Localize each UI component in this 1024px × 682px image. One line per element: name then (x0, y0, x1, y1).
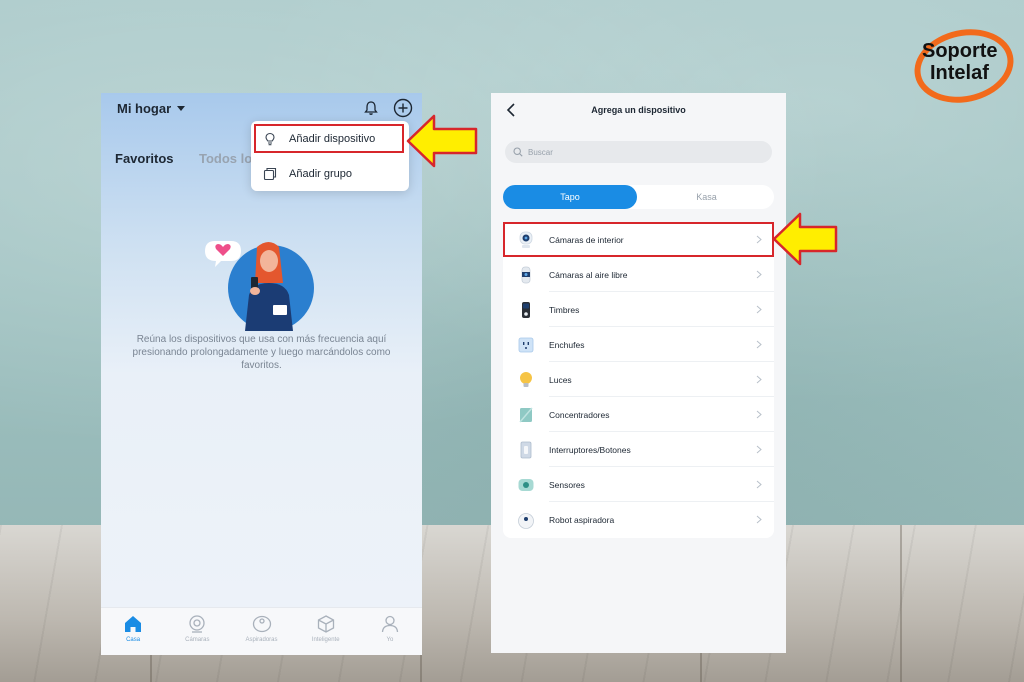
chevron-right-icon (756, 515, 762, 524)
category-label: Sensores (549, 479, 585, 490)
nav-label: Casa (126, 637, 141, 643)
favorites-illustration (205, 241, 314, 331)
robot-vacuum-icon (518, 512, 534, 529)
nav-label: Aspiradoras (245, 637, 278, 643)
group-icon (263, 167, 277, 181)
category-label: Robot aspiradora (549, 514, 615, 525)
nav-label: Yo (386, 637, 394, 643)
home-selector-label: Mi hogar (117, 101, 172, 116)
home-icon (125, 616, 142, 632)
category-label: Enchufes (549, 339, 585, 350)
chevron-right-icon (756, 340, 762, 349)
left-phone-screen: Mi hogar Favoritos Todos lo Añadir dispo… (101, 93, 422, 655)
nav-item-yo[interactable]: Yo (358, 608, 422, 655)
vacuum-icon (252, 615, 271, 633)
category-row-interruptores[interactable]: Interruptores/Botones (503, 432, 774, 467)
nav-item-aspiradoras[interactable]: Aspiradoras (229, 608, 293, 655)
nav-item-casa[interactable]: Casa (101, 608, 165, 655)
category-label: Luces (549, 374, 572, 385)
switch-icon (520, 441, 532, 458)
page-title: Agrega un dispositivo (591, 105, 686, 115)
logo-line-1: Soporte (922, 40, 998, 62)
user-icon (381, 615, 399, 633)
highlight-box-indoor-cameras (503, 222, 774, 257)
chevron-right-icon (756, 305, 762, 314)
wood-plank-seam (900, 525, 902, 682)
cube-icon (317, 615, 334, 633)
menu-item-add-group[interactable]: Añadir grupo (251, 159, 409, 189)
category-label: Cámaras al aire libre (549, 269, 628, 280)
tab-favoritos[interactable]: Favoritos (115, 151, 174, 166)
camera-icon (189, 615, 205, 633)
bulb-icon (520, 371, 532, 387)
chevron-right-icon (756, 270, 762, 279)
search-icon (513, 147, 523, 157)
pointer-arrow-right (772, 212, 838, 266)
category-row-robot-aspiradora[interactable]: Robot aspiradora (503, 502, 774, 537)
bell-icon[interactable] (363, 100, 379, 116)
chevron-right-icon (756, 375, 762, 384)
nav-label: Cámaras (185, 637, 210, 643)
category-label: Interruptores/Botones (549, 444, 631, 455)
logo-text: Soporte Intelaf (922, 40, 1022, 84)
search-bar[interactable]: Buscar (505, 141, 772, 163)
nav-label: Inteligente (311, 637, 340, 643)
menu-item-label: Añadir grupo (289, 168, 352, 180)
chevron-right-icon (756, 410, 762, 419)
category-row-camaras-exterior[interactable]: Cámaras al aire libre (503, 257, 774, 292)
favorites-empty-message: Reúna los dispositivos que usa con más f… (132, 334, 391, 371)
chevron-right-icon (756, 445, 762, 454)
right-phone-screen: Agrega un dispositivo Buscar Tapo Kasa C… (491, 93, 786, 653)
sensor-icon (518, 478, 534, 491)
nav-item-inteligente[interactable]: Inteligente (294, 608, 358, 655)
category-label: Concentradores (549, 409, 610, 420)
caret-down-icon (177, 106, 186, 111)
plug-icon (518, 337, 534, 352)
brand-logo: Soporte Intelaf (907, 20, 1022, 112)
chevron-right-icon (756, 480, 762, 489)
doorbell-icon (522, 301, 530, 318)
category-row-timbres[interactable]: Timbres (503, 292, 774, 327)
nav-item-camaras[interactable]: Cámaras (165, 608, 229, 655)
device-category-list: Cámaras de interior Cámaras al aire libr… (503, 222, 774, 538)
hub-icon (519, 407, 533, 422)
bottom-navigation: Casa Cámaras Aspiradoras Inteligente Yo (101, 607, 422, 655)
home-selector[interactable]: Mi hogar (117, 101, 186, 116)
highlight-box-add-device (254, 124, 404, 153)
tab-todos[interactable]: Todos lo (199, 151, 252, 166)
brand-segmented-control: Tapo Kasa (503, 185, 774, 209)
logo-line-2: Intelaf (930, 62, 989, 84)
segment-kasa[interactable]: Kasa (639, 185, 774, 209)
outdoor-camera-icon (521, 266, 531, 283)
category-row-enchufes[interactable]: Enchufes (503, 327, 774, 362)
segment-tapo[interactable]: Tapo (503, 185, 637, 209)
category-row-luces[interactable]: Luces (503, 362, 774, 397)
category-row-sensores[interactable]: Sensores (503, 467, 774, 502)
category-label: Timbres (549, 304, 580, 315)
category-row-concentradores[interactable]: Concentradores (503, 397, 774, 432)
pointer-arrow-left (406, 114, 478, 168)
search-placeholder: Buscar (528, 147, 553, 157)
